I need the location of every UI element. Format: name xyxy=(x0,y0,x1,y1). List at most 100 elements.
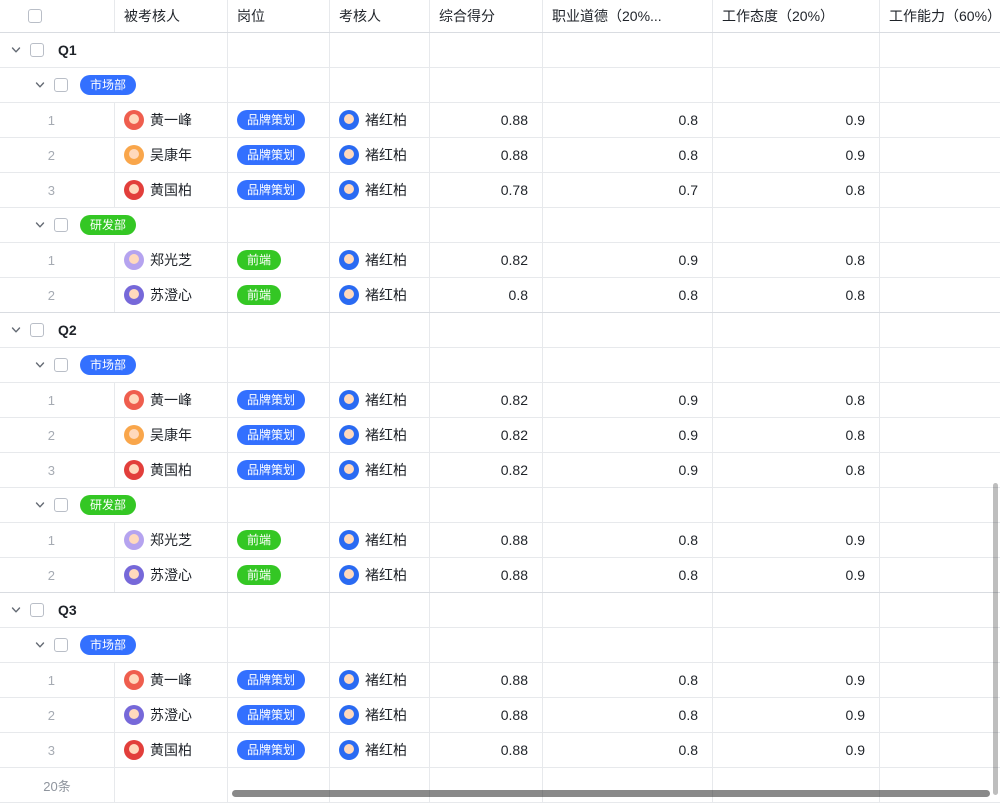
position-cell[interactable]: 品牌策划 xyxy=(228,698,330,732)
empty-cell[interactable] xyxy=(228,208,330,242)
ethics-cell[interactable]: 0.9 xyxy=(543,243,713,277)
ability-cell[interactable] xyxy=(880,558,1000,592)
column-header-assessee[interactable]: 被考核人 xyxy=(115,0,228,32)
chevron-down-icon[interactable] xyxy=(10,604,22,616)
group-row-Q1[interactable]: Q1 xyxy=(0,33,1000,68)
empty-cell[interactable] xyxy=(713,488,880,522)
score-cell[interactable]: 0.88 xyxy=(430,663,543,697)
empty-cell[interactable] xyxy=(543,593,713,627)
subgroup-row-市场部[interactable]: 市场部 xyxy=(0,348,1000,383)
score-cell[interactable]: 0.88 xyxy=(430,523,543,557)
assessor-cell[interactable]: 褚红柏 xyxy=(330,453,430,487)
attitude-cell[interactable]: 0.9 xyxy=(713,698,880,732)
attitude-cell[interactable]: 0.9 xyxy=(713,558,880,592)
empty-cell[interactable] xyxy=(330,628,430,662)
assessor-cell[interactable]: 褚红柏 xyxy=(330,383,430,417)
attitude-cell[interactable]: 0.8 xyxy=(713,383,880,417)
attitude-cell[interactable]: 0.8 xyxy=(713,173,880,207)
row-index-cell[interactable]: 2 xyxy=(0,558,115,592)
attitude-cell[interactable]: 0.8 xyxy=(713,278,880,312)
position-cell[interactable]: 品牌策划 xyxy=(228,173,330,207)
assessee-cell[interactable]: 苏澄心 xyxy=(115,698,228,732)
row-index-cell[interactable]: 1 xyxy=(0,383,115,417)
assessee-cell[interactable]: 吴康年 xyxy=(115,418,228,452)
subgroup-row-研发部[interactable]: 研发部 xyxy=(0,208,1000,243)
assessee-cell[interactable]: 吴康年 xyxy=(115,138,228,172)
empty-cell[interactable] xyxy=(330,33,430,67)
empty-cell[interactable] xyxy=(228,33,330,67)
row-index-cell[interactable]: 2 xyxy=(0,138,115,172)
chevron-down-icon[interactable] xyxy=(10,44,22,56)
empty-cell[interactable] xyxy=(880,488,1000,522)
vertical-scrollbar[interactable] xyxy=(993,483,998,795)
assessee-cell[interactable]: 黄一峰 xyxy=(115,103,228,137)
chevron-down-icon[interactable] xyxy=(34,639,46,651)
row-index-cell[interactable]: 1 xyxy=(0,243,115,277)
column-header-score[interactable]: 综合得分 xyxy=(430,0,543,32)
empty-cell[interactable] xyxy=(713,628,880,662)
assessee-cell[interactable]: 苏澄心 xyxy=(115,558,228,592)
assessor-cell[interactable]: 褚红柏 xyxy=(330,418,430,452)
ability-cell[interactable] xyxy=(880,243,1000,277)
ability-cell[interactable] xyxy=(880,523,1000,557)
empty-cell[interactable] xyxy=(228,593,330,627)
row-index-cell[interactable]: 3 xyxy=(0,453,115,487)
subgroup-row-研发部[interactable]: 研发部 xyxy=(0,488,1000,523)
empty-cell[interactable] xyxy=(543,313,713,347)
empty-cell[interactable] xyxy=(713,208,880,242)
attitude-cell[interactable]: 0.9 xyxy=(713,523,880,557)
row-index-cell[interactable]: 1 xyxy=(0,523,115,557)
ability-cell[interactable] xyxy=(880,698,1000,732)
score-cell[interactable]: 0.78 xyxy=(430,173,543,207)
subgroup-checkbox[interactable] xyxy=(54,638,68,652)
score-cell[interactable]: 0.88 xyxy=(430,103,543,137)
position-cell[interactable]: 品牌策划 xyxy=(228,103,330,137)
position-cell[interactable]: 品牌策划 xyxy=(228,383,330,417)
empty-cell[interactable] xyxy=(713,313,880,347)
empty-cell[interactable] xyxy=(880,33,1000,67)
score-cell[interactable]: 0.88 xyxy=(430,558,543,592)
column-header-assessor[interactable]: 考核人 xyxy=(330,0,430,32)
group-row-Q3[interactable]: Q3 xyxy=(0,593,1000,628)
chevron-down-icon[interactable] xyxy=(34,359,46,371)
empty-cell[interactable] xyxy=(330,313,430,347)
assessor-cell[interactable]: 褚红柏 xyxy=(330,243,430,277)
subgroup-checkbox[interactable] xyxy=(54,78,68,92)
empty-cell[interactable] xyxy=(543,68,713,102)
ethics-cell[interactable]: 0.8 xyxy=(543,558,713,592)
group-checkbox[interactable] xyxy=(30,603,44,617)
ability-cell[interactable] xyxy=(880,418,1000,452)
empty-cell[interactable] xyxy=(543,488,713,522)
group-checkbox[interactable] xyxy=(30,43,44,57)
position-cell[interactable]: 前端 xyxy=(228,278,330,312)
row-index-cell[interactable]: 1 xyxy=(0,103,115,137)
empty-cell[interactable] xyxy=(880,593,1000,627)
empty-cell[interactable] xyxy=(228,68,330,102)
group-checkbox[interactable] xyxy=(30,323,44,337)
position-cell[interactable]: 前端 xyxy=(228,523,330,557)
empty-cell[interactable] xyxy=(430,628,543,662)
score-cell[interactable]: 0.82 xyxy=(430,418,543,452)
row-index-cell[interactable]: 3 xyxy=(0,733,115,767)
ability-cell[interactable] xyxy=(880,733,1000,767)
empty-cell[interactable] xyxy=(880,313,1000,347)
assessor-cell[interactable]: 褚红柏 xyxy=(330,558,430,592)
group-row-Q2[interactable]: Q2 xyxy=(0,313,1000,348)
score-cell[interactable]: 0.88 xyxy=(430,138,543,172)
assessee-cell[interactable]: 黄国柏 xyxy=(115,173,228,207)
ethics-cell[interactable]: 0.8 xyxy=(543,733,713,767)
subgroup-checkbox[interactable] xyxy=(54,498,68,512)
ethics-cell[interactable]: 0.7 xyxy=(543,173,713,207)
empty-cell[interactable] xyxy=(543,628,713,662)
score-cell[interactable]: 0.88 xyxy=(430,733,543,767)
ethics-cell[interactable]: 0.8 xyxy=(543,523,713,557)
ethics-cell[interactable]: 0.9 xyxy=(543,418,713,452)
ethics-cell[interactable]: 0.9 xyxy=(543,383,713,417)
empty-cell[interactable] xyxy=(430,488,543,522)
assessee-cell[interactable]: 黄一峰 xyxy=(115,663,228,697)
empty-cell[interactable] xyxy=(330,348,430,382)
empty-cell[interactable] xyxy=(430,33,543,67)
assessor-cell[interactable]: 褚红柏 xyxy=(330,733,430,767)
empty-cell[interactable] xyxy=(330,68,430,102)
empty-cell[interactable] xyxy=(228,488,330,522)
